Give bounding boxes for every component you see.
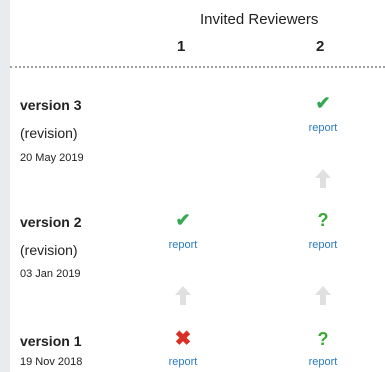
version-2-title: version 2 <box>20 214 82 230</box>
version-2-date: 03 Jan 2019 <box>20 268 81 280</box>
arrow-up-icon <box>315 169 331 188</box>
version-1-reviewer-2-report-link[interactable]: report <box>293 356 353 368</box>
version-3-date: 20 May 2019 <box>20 152 84 164</box>
version-2-reviewer-1-report-link[interactable]: report <box>153 239 213 251</box>
version-1-title: version 1 <box>20 333 82 349</box>
version-1-date: 19 Nov 2018 <box>20 356 83 368</box>
version-2-reviewer-2-report-link[interactable]: report <box>293 239 353 251</box>
reviewer-1-column-header: 1 <box>177 38 186 55</box>
version-2-subtitle: (revision) <box>20 242 78 258</box>
invited-reviewers-header: Invited Reviewers <box>200 11 319 28</box>
check-icon: ✔ <box>175 210 191 230</box>
version-3-reviewer-2-report-link[interactable]: report <box>293 122 353 134</box>
left-border <box>0 0 10 372</box>
reviewer-2-column-header: 2 <box>316 38 325 55</box>
arrow-up-icon <box>175 286 191 305</box>
version-1-reviewer-1-report-link[interactable]: report <box>153 356 213 368</box>
version-3-subtitle: (revision) <box>20 125 78 141</box>
question-icon: ? <box>317 329 329 349</box>
check-icon: ✔ <box>315 93 331 113</box>
question-icon: ? <box>317 210 329 230</box>
arrow-up-icon <box>315 286 331 305</box>
cross-icon: ✖ <box>174 328 192 350</box>
version-3-title: version 3 <box>20 97 82 113</box>
header-divider <box>10 66 385 68</box>
